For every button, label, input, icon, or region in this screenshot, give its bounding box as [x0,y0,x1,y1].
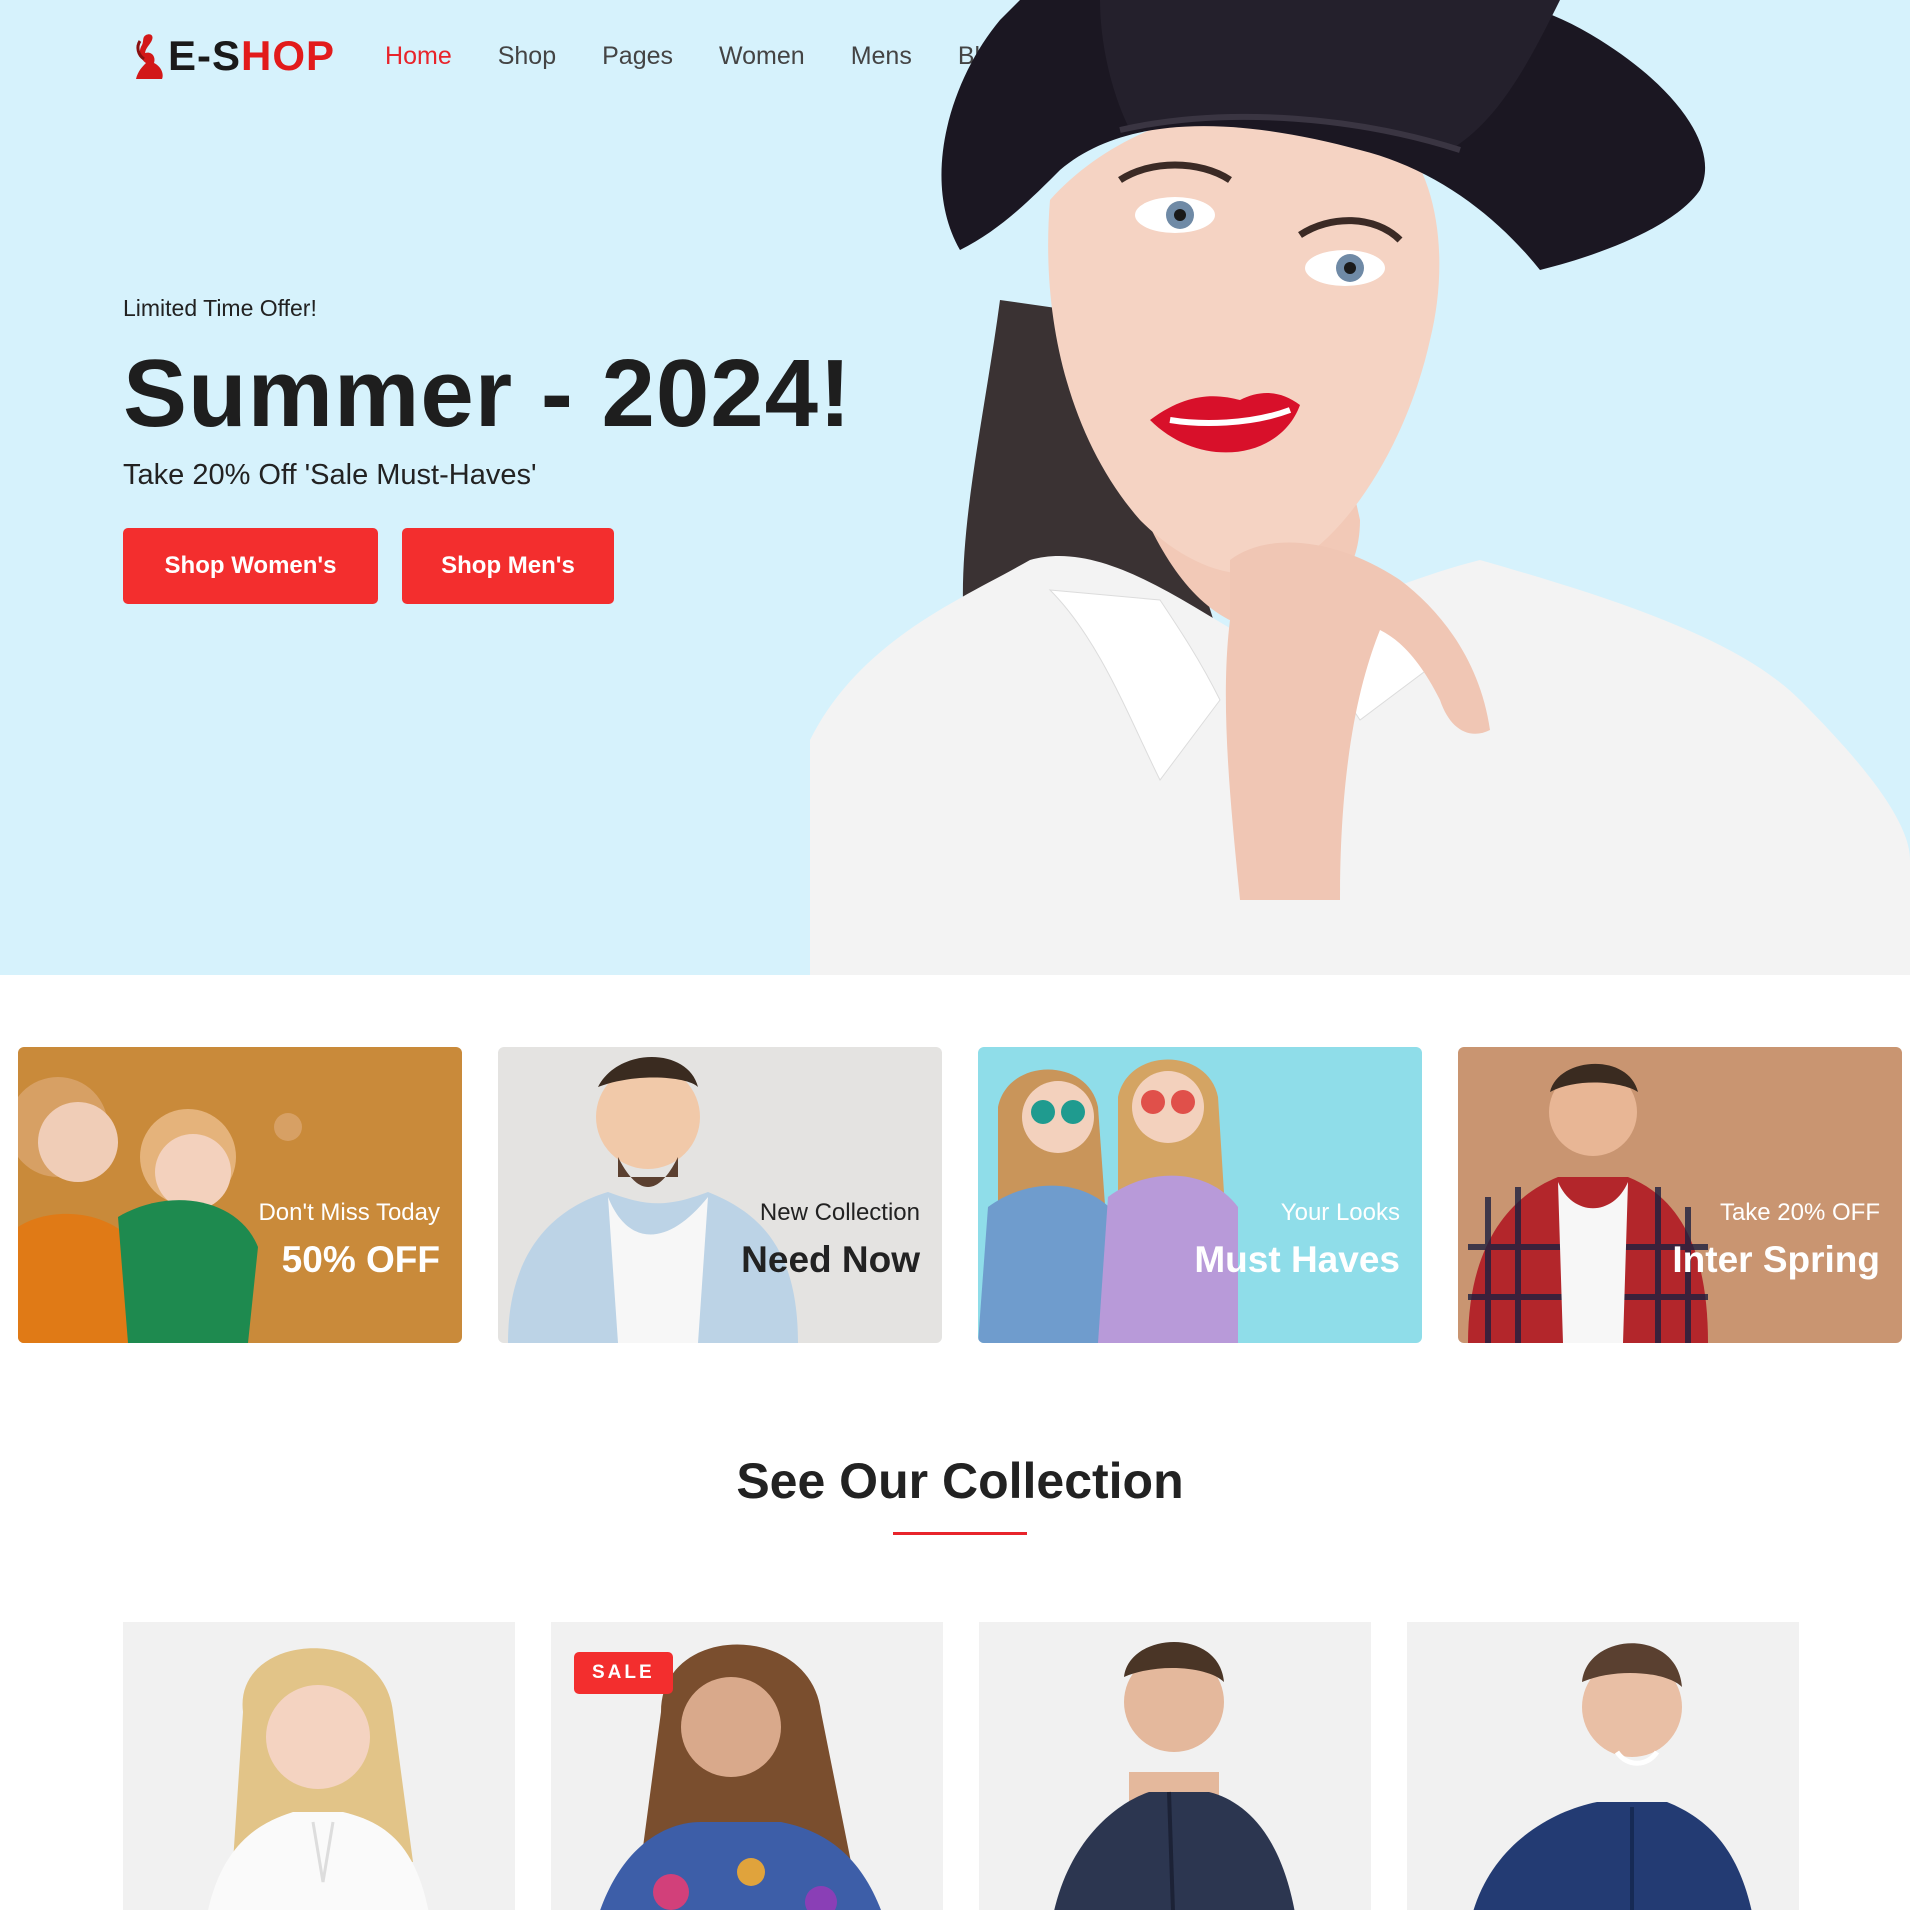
hero-section: E-SHOP Home Shop Pages Women Mens Blog L… [0,0,1910,975]
man-in-light-shirt-image [498,1047,942,1343]
nav-home[interactable]: Home [385,42,452,71]
shop-womens-button[interactable]: Shop Women's [123,527,378,604]
hero-eyebrow: Limited Time Offer! [123,295,317,321]
product-card-4[interactable] [1407,1622,1799,1910]
sale-badge: SALE [574,1652,673,1694]
promo-2-big: Need Now [741,1239,920,1280]
promo-4-text: Take 20% OFF Inter Spring [1672,1199,1880,1281]
man-blue-shirt-image [1473,1643,1752,1910]
nav-shop[interactable]: Shop [498,42,556,71]
blonde-woman-white-blouse-image [208,1648,429,1910]
man-navy-jacket-image [1054,1642,1295,1910]
promo-card-4[interactable]: Take 20% OFF Inter Spring [1458,1047,1902,1343]
hero-headline: Summer - 2024! [123,340,852,447]
title-underline [893,1532,1027,1535]
promo-1-small: Don't Miss Today [258,1199,440,1226]
logo[interactable]: E-SHOP [132,31,335,81]
product-card-3[interactable] [979,1622,1371,1910]
two-women-surprised-image [18,1047,462,1343]
promo-cards: Don't Miss Today 50% OFF New Collection … [18,1047,1902,1343]
promo-1-text: Don't Miss Today 50% OFF [258,1199,440,1281]
dress-logo-icon [136,34,163,79]
promo-3-small: Your Looks [1280,1199,1400,1226]
hero-buttons: Shop Women's Shop Men's [123,527,852,604]
man-in-plaid-shirt-image [1458,1047,1902,1343]
hero-subheadline: Take 20% Off 'Sale Must-Haves' [123,458,537,491]
nav-pages[interactable]: Pages [602,42,673,71]
product-grid: SALE [123,1622,1799,1910]
promo-4-small: Take 20% OFF [1719,1199,1880,1226]
promo-3-big: Must Haves [1194,1239,1400,1280]
product-card-1[interactable] [123,1622,515,1910]
hero-model-image [810,0,1910,975]
page: E-SHOP Home Shop Pages Women Mens Blog L… [0,0,1910,1910]
shop-mens-button[interactable]: Shop Men's [402,527,614,604]
two-women-sunglasses-image [978,1047,1422,1343]
nav-women[interactable]: Women [719,42,805,71]
collection-title: See Our Collection [736,1453,1184,1509]
promo-3-text: Your Looks Must Haves [1194,1199,1400,1281]
promo-card-2[interactable]: New Collection Need Now [498,1047,942,1343]
promo-card-1[interactable]: Don't Miss Today 50% OFF [18,1047,462,1343]
promo-2-small: New Collection [759,1199,920,1226]
product-card-2[interactable]: SALE [551,1622,943,1910]
hero-text: Limited Time Offer! Summer - 2024! Take … [123,295,852,604]
promo-2-text: New Collection Need Now [741,1199,920,1281]
promo-card-3[interactable]: Your Looks Must Haves [978,1047,1422,1343]
promo-4-big: Inter Spring [1672,1239,1880,1280]
promo-1-big: 50% OFF [281,1239,440,1280]
logo-text: E-SHOP [168,32,336,79]
